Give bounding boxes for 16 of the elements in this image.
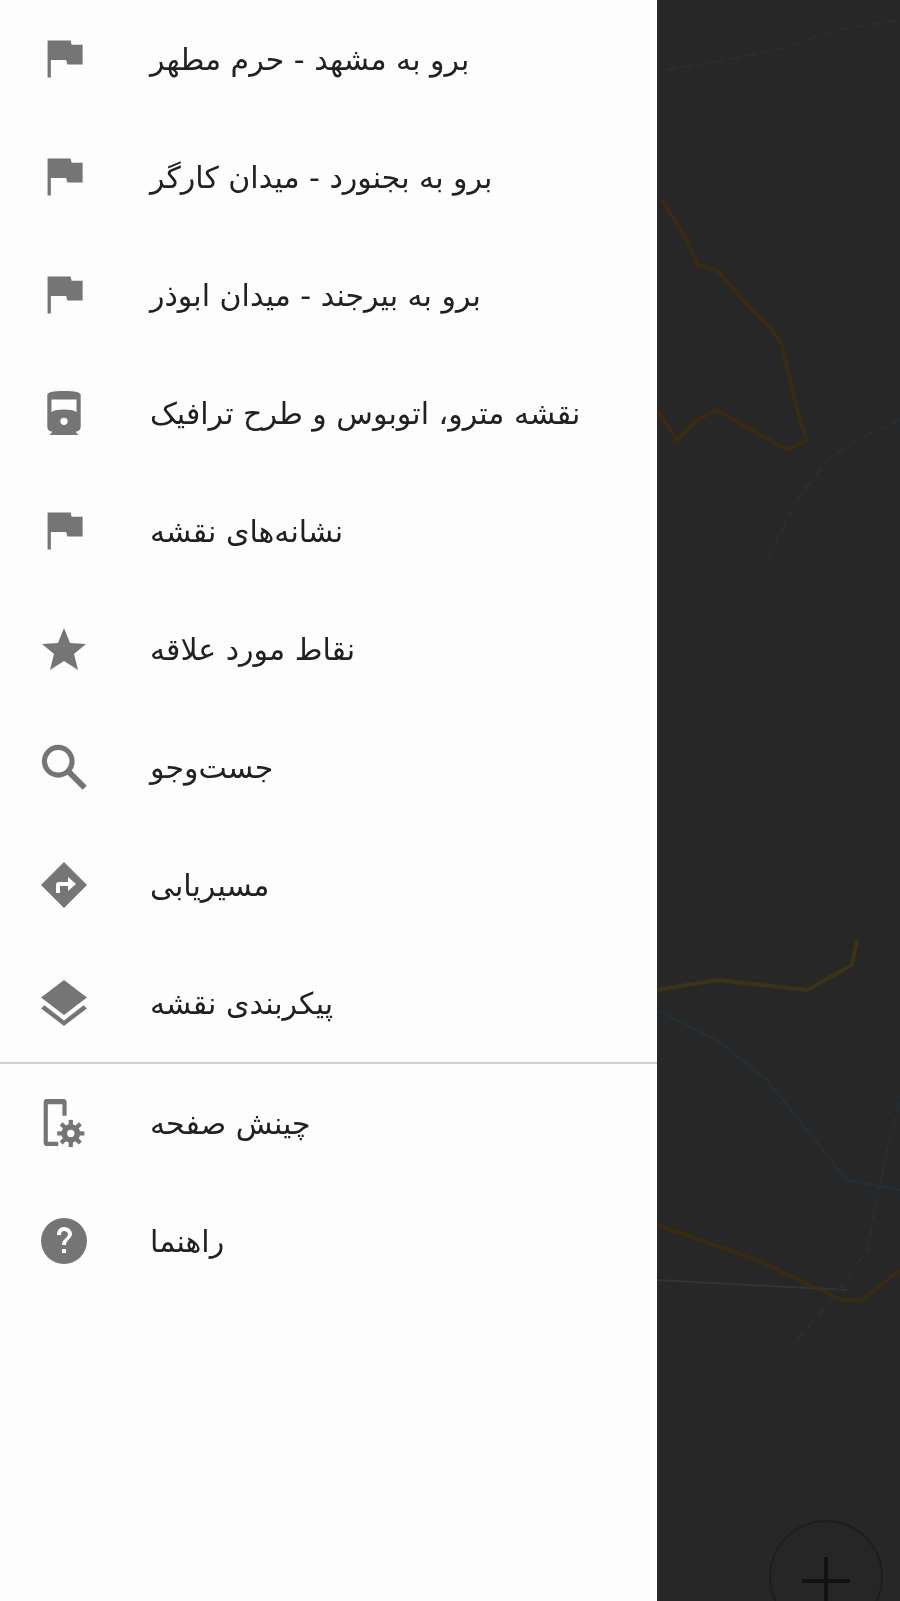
menu-item[interactable]: نشانه‌های نقشه bbox=[0, 472, 657, 590]
search-icon bbox=[41, 743, 87, 791]
menu-item[interactable]: برو به مشهد - حرم مطهر bbox=[0, 0, 657, 118]
directions-icon bbox=[41, 861, 87, 909]
menu-item[interactable]: نقاط مورد علاقه bbox=[0, 590, 657, 708]
menu-item[interactable]: مسیریابی bbox=[0, 826, 657, 944]
phone-gear-icon bbox=[41, 1099, 87, 1147]
menu-item[interactable]: پیکربندی نقشه bbox=[0, 944, 657, 1062]
help-icon bbox=[41, 1217, 87, 1265]
menu-item[interactable]: جست‌وجو bbox=[0, 708, 657, 826]
menu-item[interactable]: چینش صفحه bbox=[0, 1064, 657, 1182]
menu-item[interactable]: برو به بجنورد - میدان کارگر bbox=[0, 118, 657, 236]
menu-item[interactable]: برو به بیرجند - میدان ابوذر bbox=[0, 236, 657, 354]
menu-item[interactable]: راهنما bbox=[0, 1182, 657, 1300]
menu-item[interactable]: نقشه مترو، اتوبوس و طرح ترافیک bbox=[0, 354, 657, 472]
layers-icon bbox=[41, 979, 87, 1027]
